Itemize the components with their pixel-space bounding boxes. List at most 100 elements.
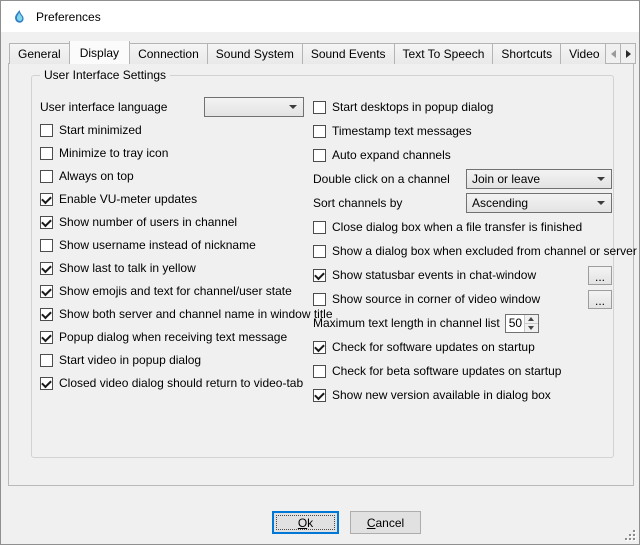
checkbox-last-to-talk-yellow[interactable]: Show last to talk in yellow	[40, 259, 304, 277]
preferences-dialog: Preferences General Display Connection S…	[0, 0, 640, 545]
checkbox-label: Show source in corner of video window	[332, 292, 540, 306]
checkbox-box	[313, 269, 326, 282]
language-label: User interface language	[40, 100, 167, 114]
tab-scroll-right-button[interactable]	[620, 43, 636, 64]
spinbox-value: 50	[506, 315, 524, 332]
checkbox-start-minimized[interactable]: Start minimized	[40, 121, 304, 139]
checkbox-excluded-dialog[interactable]: Show a dialog box when excluded from cha…	[313, 242, 612, 260]
sort-channels-combobox-value: Ascending	[472, 196, 591, 210]
resize-grip[interactable]	[623, 528, 636, 541]
tab-scroll-left-button[interactable]	[605, 43, 621, 64]
checkbox-video-return-tab[interactable]: Closed video dialog should return to vid…	[40, 374, 304, 392]
checkbox-label: Popup dialog when receiving text message	[59, 330, 287, 344]
checkbox-box	[40, 262, 53, 275]
checkbox-box	[313, 341, 326, 354]
language-combobox[interactable]	[204, 97, 304, 117]
display-tab-pane: User Interface Settings User interface l…	[8, 63, 634, 486]
checkbox-timestamp-messages[interactable]: Timestamp text messages	[313, 122, 612, 140]
max-text-length-spinbox[interactable]: 50	[505, 314, 539, 333]
spin-up-button[interactable]	[525, 315, 538, 324]
checkbox-vu-meter-updates[interactable]: Enable VU-meter updates	[40, 190, 304, 208]
statusbar-events-more-button[interactable]: ...	[588, 266, 612, 285]
arrow-up-icon	[528, 317, 534, 321]
checkbox-box	[313, 221, 326, 234]
checkbox-label: Show username instead of nickname	[59, 238, 256, 252]
chevron-down-icon	[597, 177, 605, 181]
arrow-down-icon	[528, 326, 534, 330]
checkbox-close-on-transfer-finished[interactable]: Close dialog box when a file transfer is…	[313, 218, 612, 236]
checkbox-box	[40, 331, 53, 344]
tab-video[interactable]: Video	[560, 43, 608, 64]
max-text-length-label: Maximum text length in channel list	[313, 316, 500, 330]
checkbox-box	[313, 389, 326, 402]
checkbox-label: Always on top	[59, 169, 134, 183]
tab-general[interactable]: General	[9, 43, 70, 64]
checkbox-label: Show statusbar events in chat-window	[332, 268, 536, 282]
checkbox-label: Show a dialog box when excluded from cha…	[332, 244, 637, 258]
checkbox-start-video-popup[interactable]: Start video in popup dialog	[40, 351, 304, 369]
checkbox-always-on-top[interactable]: Always on top	[40, 167, 304, 185]
checkbox-label: Start video in popup dialog	[59, 353, 201, 367]
sort-channels-label: Sort channels by	[313, 196, 402, 210]
checkbox-label: Timestamp text messages	[332, 124, 472, 138]
checkbox-box	[313, 101, 326, 114]
checkbox-show-user-count[interactable]: Show number of users in channel	[40, 213, 304, 231]
checkbox-check-updates[interactable]: Check for software updates on startup	[313, 338, 612, 356]
checkbox-minimize-to-tray[interactable]: Minimize to tray icon	[40, 144, 304, 162]
tab-shortcuts[interactable]: Shortcuts	[492, 43, 561, 64]
cancel-button[interactable]: Cancel	[350, 511, 421, 534]
app-icon	[11, 9, 27, 25]
checkbox-box	[40, 285, 53, 298]
tab-bar: General Display Connection Sound System …	[9, 41, 637, 64]
tab-scroll-buttons	[606, 43, 636, 64]
checkbox-popup-text-message[interactable]: Popup dialog when receiving text message	[40, 328, 304, 346]
checkbox-box	[40, 239, 53, 252]
checkbox-box	[40, 216, 53, 229]
checkbox-box	[313, 365, 326, 378]
tab-text-to-speech[interactable]: Text To Speech	[394, 43, 494, 64]
left-column: User interface language Start minimized …	[40, 98, 304, 392]
checkbox-statusbar-events[interactable]: Show statusbar events in chat-window ...	[313, 266, 612, 284]
checkbox-label: Show last to talk in yellow	[59, 261, 196, 275]
spin-down-button[interactable]	[525, 324, 538, 332]
checkbox-desktops-popup[interactable]: Start desktops in popup dialog	[313, 98, 612, 116]
tab-sound-system[interactable]: Sound System	[207, 43, 303, 64]
checkbox-check-beta-updates[interactable]: Check for beta software updates on start…	[313, 362, 612, 380]
checkbox-label: Show both server and channel name in win…	[59, 307, 333, 321]
checkbox-box	[313, 245, 326, 258]
checkbox-box	[40, 308, 53, 321]
checkbox-label: Enable VU-meter updates	[59, 192, 197, 206]
checkbox-box	[40, 193, 53, 206]
checkbox-box	[40, 124, 53, 137]
checkbox-show-emojis[interactable]: Show emojis and text for channel/user st…	[40, 282, 304, 300]
checkbox-auto-expand-channels[interactable]: Auto expand channels	[313, 146, 612, 164]
checkbox-box	[313, 149, 326, 162]
double-click-combobox-value: Join or leave	[472, 172, 591, 186]
tab-sound-events[interactable]: Sound Events	[302, 43, 395, 64]
chevron-down-icon	[597, 201, 605, 205]
checkbox-video-source-corner[interactable]: Show source in corner of video window ..…	[313, 290, 612, 308]
checkbox-label: Close dialog box when a file transfer is…	[332, 220, 582, 234]
checkbox-server-channel-in-title[interactable]: Show both server and channel name in win…	[40, 305, 304, 323]
max-text-length-row: Maximum text length in channel list 50	[313, 314, 612, 332]
checkbox-new-version-dialog[interactable]: Show new version available in dialog box	[313, 386, 612, 404]
checkbox-box	[313, 293, 326, 306]
spinbox-buttons	[524, 315, 538, 332]
checkbox-label: Minimize to tray icon	[59, 146, 168, 160]
double-click-combobox[interactable]: Join or leave	[466, 169, 612, 189]
checkbox-show-username[interactable]: Show username instead of nickname	[40, 236, 304, 254]
double-click-row: Double click on a channel Join or leave	[313, 170, 612, 188]
right-column: Start desktops in popup dialog Timestamp…	[313, 98, 612, 404]
checkbox-box	[313, 125, 326, 138]
checkbox-label: Show new version available in dialog box	[332, 388, 551, 402]
checkbox-box	[40, 377, 53, 390]
sort-channels-combobox[interactable]: Ascending	[466, 193, 612, 213]
checkbox-label: Show number of users in channel	[59, 215, 237, 229]
checkbox-label: Check for beta software updates on start…	[332, 364, 561, 378]
user-interface-settings-group: User Interface Settings User interface l…	[31, 75, 614, 458]
tab-display[interactable]: Display	[69, 41, 130, 64]
video-source-more-button[interactable]: ...	[588, 290, 612, 309]
checkbox-label: Start minimized	[59, 123, 142, 137]
ok-button[interactable]: Ok	[272, 511, 339, 534]
tab-connection[interactable]: Connection	[129, 43, 208, 64]
